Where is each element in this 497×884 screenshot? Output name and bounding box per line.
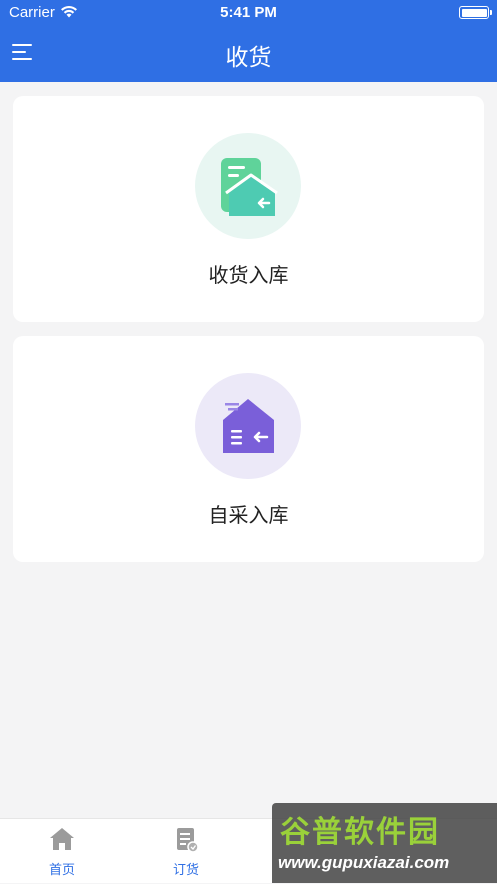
clock: 5:41 PM bbox=[220, 4, 277, 21]
self-purchase-warehouse-icon bbox=[195, 373, 301, 479]
card-label: 自采入库 bbox=[208, 505, 289, 527]
home-icon bbox=[50, 828, 74, 850]
tab-order[interactable]: 订货 bbox=[141, 819, 231, 884]
tab-label: 首页 bbox=[48, 862, 75, 877]
tab-home[interactable]: 首页 bbox=[17, 819, 107, 884]
tab-label: 订货 bbox=[172, 862, 199, 877]
receive-warehouse-icon bbox=[195, 133, 301, 239]
battery-icon bbox=[459, 6, 492, 19]
header: Carrier 5:41 PM 收货 bbox=[0, 0, 497, 82]
card-receive-warehouse[interactable]: 收货入库 bbox=[13, 96, 484, 322]
order-icon bbox=[177, 828, 199, 853]
watermark-title: 谷普软件园 bbox=[280, 816, 440, 849]
card-label: 收货入库 bbox=[208, 265, 289, 287]
watermark: 谷普软件园 www.gupuxiazai.com bbox=[272, 803, 497, 883]
page-title: 收货 bbox=[225, 44, 272, 70]
status-bar: Carrier 5:41 PM bbox=[0, 0, 497, 26]
watermark-url: www.gupuxiazai.com bbox=[278, 853, 450, 872]
card-self-purchase-warehouse[interactable]: 自采入库 bbox=[13, 336, 484, 562]
